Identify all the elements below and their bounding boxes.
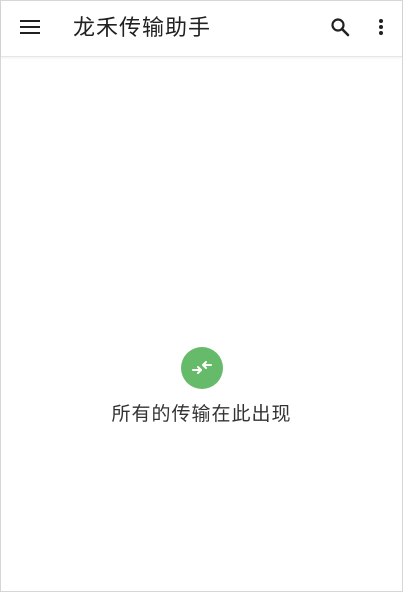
- more-options-button[interactable]: [361, 9, 401, 49]
- more-vertical-icon: [378, 18, 384, 40]
- search-icon: [330, 17, 350, 41]
- menu-button[interactable]: [10, 9, 50, 49]
- app-window: 龙禾传输助手 所有的传输在此出现: [0, 0, 403, 592]
- search-button[interactable]: [320, 9, 360, 49]
- transfer-arrows-icon: [181, 347, 223, 389]
- page-title: 龙禾传输助手: [73, 16, 212, 41]
- app-bar: 龙禾传输助手: [1, 1, 402, 57]
- hamburger-menu-icon: [19, 18, 41, 40]
- empty-state-message: 所有的传输在此出现: [111, 403, 292, 425]
